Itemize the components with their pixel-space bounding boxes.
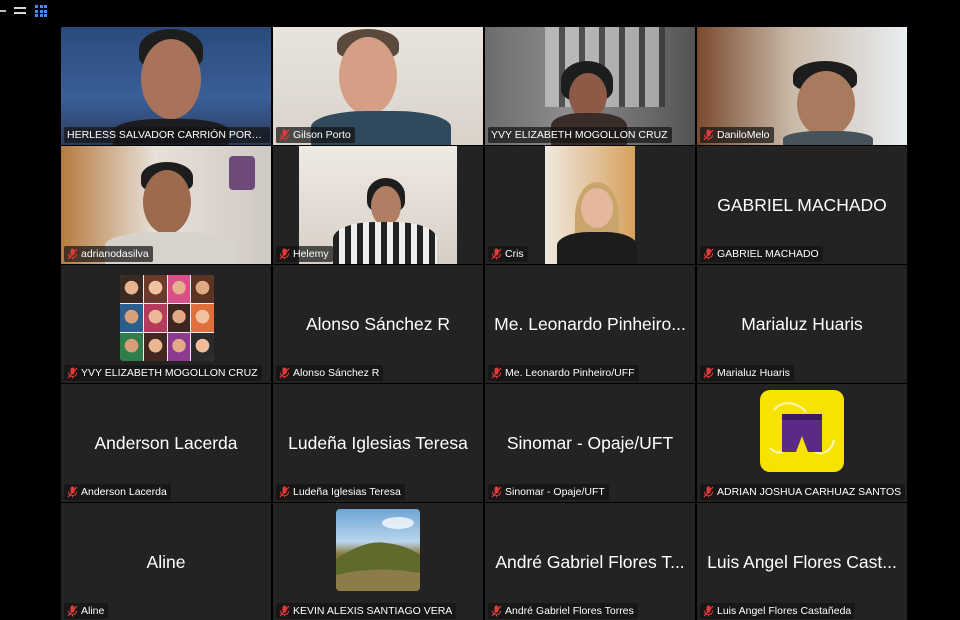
participant-name-label: Me. Leonardo Pinheiro/UFF [488,365,639,381]
participant-name: Ludeña Iglesias Teresa [293,486,401,498]
participant-name-label: Aline [64,603,109,619]
profile-picture-landscape [336,509,420,591]
participant-tile[interactable]: Marialuz Huaris Marialuz Huaris [697,265,907,383]
muted-mic-icon [703,605,714,617]
participant-tile[interactable]: ADRIAN JOSHUA CARHUAZ SANTOS [697,384,907,502]
muted-mic-icon [67,605,78,617]
participant-tile[interactable]: Alonso Sánchez R Alonso Sánchez R [273,265,483,383]
participant-name: Anderson Lacerda [81,486,167,498]
participant-name: Helemy [293,248,329,260]
muted-mic-icon [279,248,290,260]
gallery-grid: HERLESS SALVADOR CARRIÓN PORTIL... Gilso… [61,27,907,620]
muted-mic-icon [703,486,714,498]
participant-tile[interactable]: Me. Leonardo Pinheiro... Me. Leonardo Pi… [485,265,695,383]
participant-name: Luis Angel Flores Castañeda [717,605,852,617]
participant-name: Gilson Porto [293,129,351,141]
participant-name-label: Gilson Porto [276,127,355,143]
participant-tile[interactable]: Luis Angel Flores Cast... Luis Angel Flo… [697,503,907,620]
participant-name: GABRIEL MACHADO [717,248,819,260]
participant-name: Marialuz Huaris [717,367,790,379]
participant-name: Me. Leonardo Pinheiro/UFF [505,367,635,379]
muted-mic-icon [491,248,502,260]
participant-name-label: GABRIEL MACHADO [700,246,823,262]
muted-mic-icon [491,486,502,498]
participant-name-label: Helemy [276,246,333,262]
participant-name: Alonso Sánchez R [293,367,380,379]
muted-mic-icon [703,367,714,379]
participant-name-label: YVY ELIZABETH MOGOLLON CRUZ [64,365,262,381]
muted-mic-icon [67,367,78,379]
muted-mic-icon [279,486,290,498]
view-toolbar [0,0,960,24]
participant-tile[interactable]: DaniloMelo [697,27,907,145]
participant-name: YVY ELIZABETH MOGOLLON CRUZ [491,129,668,141]
participant-name-label: KEVIN ALEXIS SANTIAGO VERA [276,603,457,619]
participant-tile[interactable]: HERLESS SALVADOR CARRIÓN PORTIL... [61,27,271,145]
participant-name: Aline [81,605,105,617]
participant-tile[interactable]: YVY ELIZABETH MOGOLLON CRUZ [485,27,695,145]
participant-tile[interactable]: adrianodasilva [61,146,271,264]
participant-tile[interactable]: Sinomar - Opaje/UFT Sinomar - Opaje/UFT [485,384,695,502]
muted-mic-icon [491,605,502,617]
participant-name: adrianodasilva [81,248,149,260]
participant-name: HERLESS SALVADOR CARRIÓN PORTIL... [67,129,266,141]
participant-name: Cris [505,248,524,260]
participant-tile[interactable]: YVY ELIZABETH MOGOLLON CRUZ [61,265,271,383]
participant-name-label: Sinomar - Opaje/UFT [488,484,609,500]
participant-name-label: Marialuz Huaris [700,365,794,381]
participant-tile[interactable]: André Gabriel Flores T... André Gabriel … [485,503,695,620]
participant-tile[interactable]: Ludeña Iglesias Teresa Ludeña Iglesias T… [273,384,483,502]
participant-name: KEVIN ALEXIS SANTIAGO VERA [293,605,453,617]
participant-tile[interactable]: GABRIEL MACHADO GABRIEL MACHADO [697,146,907,264]
participant-name-label: DaniloMelo [700,127,774,143]
participant-name-label: Ludeña Iglesias Teresa [276,484,405,500]
participant-tile[interactable]: Anderson Lacerda Anderson Lacerda [61,384,271,502]
participant-name-label: Anderson Lacerda [64,484,171,500]
profile-picture-collage [120,275,214,361]
participant-tile[interactable]: Cris [485,146,695,264]
muted-mic-icon [279,129,290,141]
participant-video [545,146,637,264]
muted-mic-icon [279,605,290,617]
participant-name-label: André Gabriel Flores Torres [488,603,638,619]
participant-tile[interactable]: Aline Aline [61,503,271,620]
participant-name: André Gabriel Flores Torres [505,605,634,617]
participant-tile[interactable]: KEVIN ALEXIS SANTIAGO VERA [273,503,483,620]
participant-name-label: ADRIAN JOSHUA CARHUAZ SANTOS [700,484,906,500]
muted-mic-icon [491,367,502,379]
gallery-view-icon[interactable] [35,5,47,17]
participant-name-label: Alonso Sánchez R [276,365,384,381]
participant-name: DaniloMelo [717,129,770,141]
minimize-icon[interactable] [0,5,12,17]
muted-mic-icon [703,248,714,260]
muted-mic-icon [67,486,78,498]
participant-tile[interactable]: Gilson Porto [273,27,483,145]
shorts-logo-icon [769,402,835,455]
participant-name: ADRIAN JOSHUA CARHUAZ SANTOS [717,486,902,498]
participant-name-label: adrianodasilva [64,246,153,262]
muted-mic-icon [67,248,78,260]
hill-landscape-icon [336,517,420,591]
participant-name: YVY ELIZABETH MOGOLLON CRUZ [81,367,258,379]
participant-name-label: YVY ELIZABETH MOGOLLON CRUZ [488,127,672,143]
muted-mic-icon [279,367,290,379]
participant-name: Sinomar - Opaje/UFT [505,486,605,498]
participant-name-label: Luis Angel Flores Castañeda [700,603,856,619]
muted-mic-icon [703,129,714,141]
profile-picture-logo [760,390,844,472]
speaker-view-icon[interactable] [14,5,26,17]
participant-name-label: Cris [488,246,528,262]
participant-name-label: HERLESS SALVADOR CARRIÓN PORTIL... [64,127,270,143]
participant-tile[interactable]: Helemy [273,146,483,264]
